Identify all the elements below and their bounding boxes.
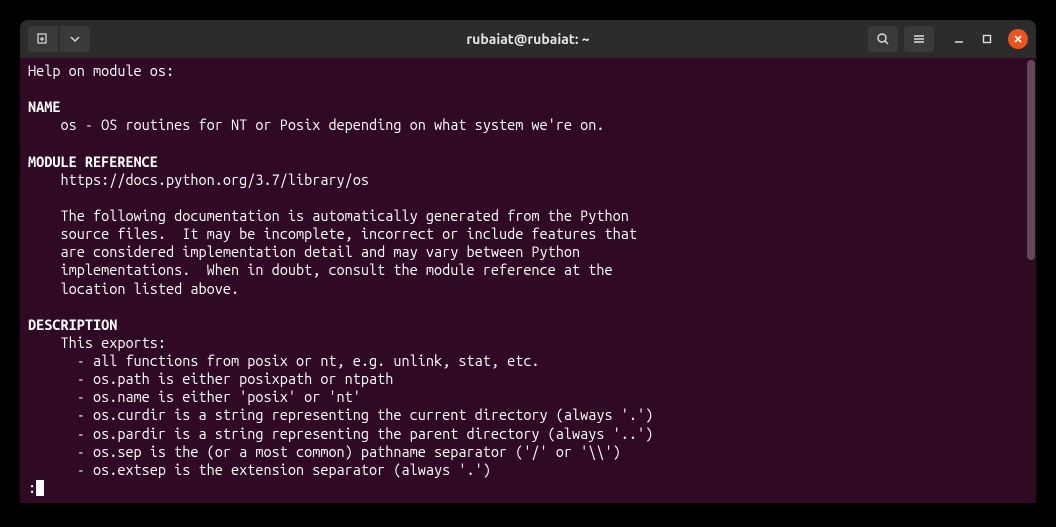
- modref-p2: source files. It may be incomplete, inco…: [28, 225, 637, 242]
- desc-item: - os.pardir is a string representing the…: [28, 425, 653, 442]
- terminal-window: rubaiat@rubaiat: ~ Help on module os:: [20, 20, 1036, 503]
- pager-prompt: :: [28, 479, 36, 497]
- new-tab-button[interactable]: [28, 26, 58, 52]
- chevron-down-icon: [70, 34, 80, 44]
- terminal-content[interactable]: Help on module os: NAME os - OS routines…: [20, 58, 1036, 503]
- minimize-button[interactable]: [952, 32, 966, 46]
- desc-heading: DESCRIPTION: [28, 316, 117, 333]
- modref-p3: are considered implementation detail and…: [28, 243, 580, 260]
- desc-item: - os.extsep is the extension separator (…: [28, 461, 491, 478]
- help-header: Help on module os:: [28, 62, 174, 79]
- cursor: [36, 480, 44, 496]
- desc-item: - os.curdir is a string representing the…: [28, 406, 653, 423]
- desc-sub: This exports:: [28, 334, 166, 351]
- close-icon: [1013, 34, 1023, 44]
- scrollbar[interactable]: [1026, 58, 1036, 503]
- new-tab-icon: [36, 32, 50, 46]
- search-button[interactable]: [868, 26, 898, 52]
- search-icon: [876, 32, 890, 46]
- titlebar-right-controls: [868, 26, 1028, 52]
- name-heading: NAME: [28, 98, 60, 115]
- modref-url: https://docs.python.org/3.7/library/os: [28, 171, 369, 188]
- modref-p1: The following documentation is automatic…: [28, 207, 629, 224]
- desc-item: - os.sep is the (or a most common) pathn…: [28, 443, 621, 460]
- name-line: os - OS routines for NT or Posix dependi…: [28, 116, 605, 133]
- desc-item: - os.name is either 'posix' or 'nt': [28, 388, 361, 405]
- window-controls: [952, 29, 1028, 49]
- modref-p5: location listed above.: [28, 280, 239, 297]
- scrollbar-thumb[interactable]: [1027, 60, 1035, 260]
- hamburger-menu-button[interactable]: [904, 26, 934, 52]
- window-title: rubaiat@rubaiat: ~: [466, 31, 589, 47]
- hamburger-icon: [912, 32, 926, 46]
- desc-item: - os.path is either posixpath or ntpath: [28, 370, 393, 387]
- close-button[interactable]: [1008, 29, 1028, 49]
- titlebar: rubaiat@rubaiat: ~: [20, 20, 1036, 58]
- modref-heading: MODULE REFERENCE: [28, 153, 158, 170]
- minimize-icon: [954, 34, 964, 44]
- titlebar-left-controls: [28, 26, 90, 52]
- tab-menu-button[interactable]: [60, 26, 90, 52]
- maximize-icon: [982, 34, 992, 44]
- maximize-button[interactable]: [980, 32, 994, 46]
- desc-item: - all functions from posix or nt, e.g. u…: [28, 352, 540, 369]
- modref-p4: implementations. When in doubt, consult …: [28, 261, 613, 278]
